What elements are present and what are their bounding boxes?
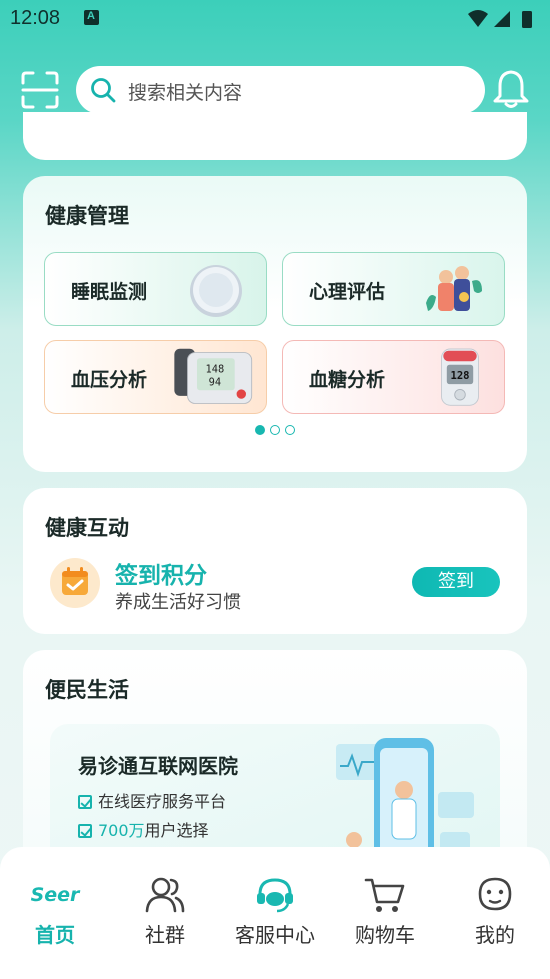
psychology-people-icon xyxy=(426,266,482,311)
nav-community[interactable]: 社群 xyxy=(110,875,220,948)
page-indicator xyxy=(255,425,299,437)
signal-icon xyxy=(494,11,510,27)
glucose-reading-text: 128 xyxy=(450,370,469,382)
checkin-button[interactable]: 签到 xyxy=(412,567,500,597)
seer-logo-icon: Seer xyxy=(0,875,110,915)
nav-home[interactable]: Seer 首页 xyxy=(0,875,110,948)
tile-label: 睡眠监测 xyxy=(71,281,148,303)
nav-label: 客服中心 xyxy=(235,923,315,947)
banner-line-1: 在线医疗服务平台 xyxy=(78,788,226,812)
tile-blood-glucose[interactable]: 血糖分析 128 xyxy=(282,340,505,414)
nav-customer-service[interactable]: 客服中心 xyxy=(220,875,330,948)
sleep-device-icon xyxy=(190,265,242,317)
scan-icon xyxy=(21,71,59,109)
tile-label: 心理评估 xyxy=(309,281,386,303)
notification-glyph: A xyxy=(87,10,95,22)
nav-label: 社群 xyxy=(145,923,185,947)
nav-label: 我的 xyxy=(475,923,515,947)
check-icon xyxy=(78,824,92,838)
banner-line-1-text: 在线医疗服务平台 xyxy=(98,792,227,811)
tile-psych-assessment[interactable]: 心理评估 xyxy=(282,252,505,326)
notification-bell-button[interactable] xyxy=(492,68,530,110)
bell-icon xyxy=(493,70,529,108)
tile-blood-pressure[interactable]: 血压分析 148 94 xyxy=(44,340,267,414)
status-time: 12:08 xyxy=(10,7,61,29)
section-title: 健康互动 xyxy=(45,516,129,540)
banner-user-count: 700万 xyxy=(98,821,145,840)
nav-cart[interactable]: 购物车 xyxy=(330,875,440,948)
nav-label: 购物车 xyxy=(355,923,415,947)
banner-title: 易诊通互联网医院 xyxy=(78,754,238,778)
wifi-icon xyxy=(468,10,488,27)
page-dot-2[interactable] xyxy=(270,425,280,435)
calendar-icon xyxy=(62,567,88,595)
nav-home-logo-text: Seer xyxy=(30,884,80,906)
tile-sleep-monitoring[interactable]: 睡眠监测 xyxy=(44,252,267,326)
people-icon xyxy=(145,877,185,913)
health-management-card: 健康管理 睡眠监测 心理评估 血压分析 148 94 血糖分析 128 xyxy=(23,176,527,472)
page-dot-3[interactable] xyxy=(285,425,295,435)
checkin-calendar-icon xyxy=(50,558,100,608)
cart-icon xyxy=(364,878,405,912)
battery-icon xyxy=(522,11,532,28)
section-title: 便民生活 xyxy=(45,678,129,702)
system-status-icons xyxy=(468,10,532,28)
profile-face-icon xyxy=(478,877,512,911)
blood-pressure-monitor-icon: 148 94 xyxy=(174,348,253,404)
glucose-meter-icon: 128 xyxy=(441,348,479,406)
scan-button[interactable] xyxy=(20,70,60,110)
notification-icon: A xyxy=(84,10,99,25)
tile-label: 血压分析 xyxy=(71,369,148,391)
check-icon xyxy=(78,795,92,809)
banner-line-2: 700万用户选择 xyxy=(78,817,209,841)
page-dot-1[interactable] xyxy=(255,425,265,435)
search-placeholder: 搜索相关内容 xyxy=(128,82,243,104)
status-bar: 12:08 A xyxy=(0,0,550,38)
bp-systolic-text: 148 xyxy=(206,363,225,375)
search-input[interactable]: 搜索相关内容 xyxy=(76,66,485,114)
banner-line-2-text: 用户选择 xyxy=(144,821,209,840)
tile-label: 血糖分析 xyxy=(309,369,386,391)
section-title: 健康管理 xyxy=(45,204,129,228)
headset-icon xyxy=(257,878,293,913)
health-interaction-card: 健康互动 签到积分 养成生活好习惯 签到 xyxy=(23,488,527,634)
bp-diastolic-text: 94 xyxy=(209,377,221,389)
nav-label: 首页 xyxy=(35,923,75,947)
bottom-navigation: Seer 首页 社群 客服中心 购物车 我的 xyxy=(0,847,550,979)
search-icon xyxy=(91,78,116,103)
app-header: 搜索相关内容 xyxy=(0,62,550,118)
nav-profile[interactable]: 我的 xyxy=(440,875,550,948)
scrolled-card-bottom xyxy=(23,112,527,160)
checkin-title: 签到积分 xyxy=(115,563,207,589)
checkin-subtitle: 养成生活好习惯 xyxy=(115,592,241,613)
